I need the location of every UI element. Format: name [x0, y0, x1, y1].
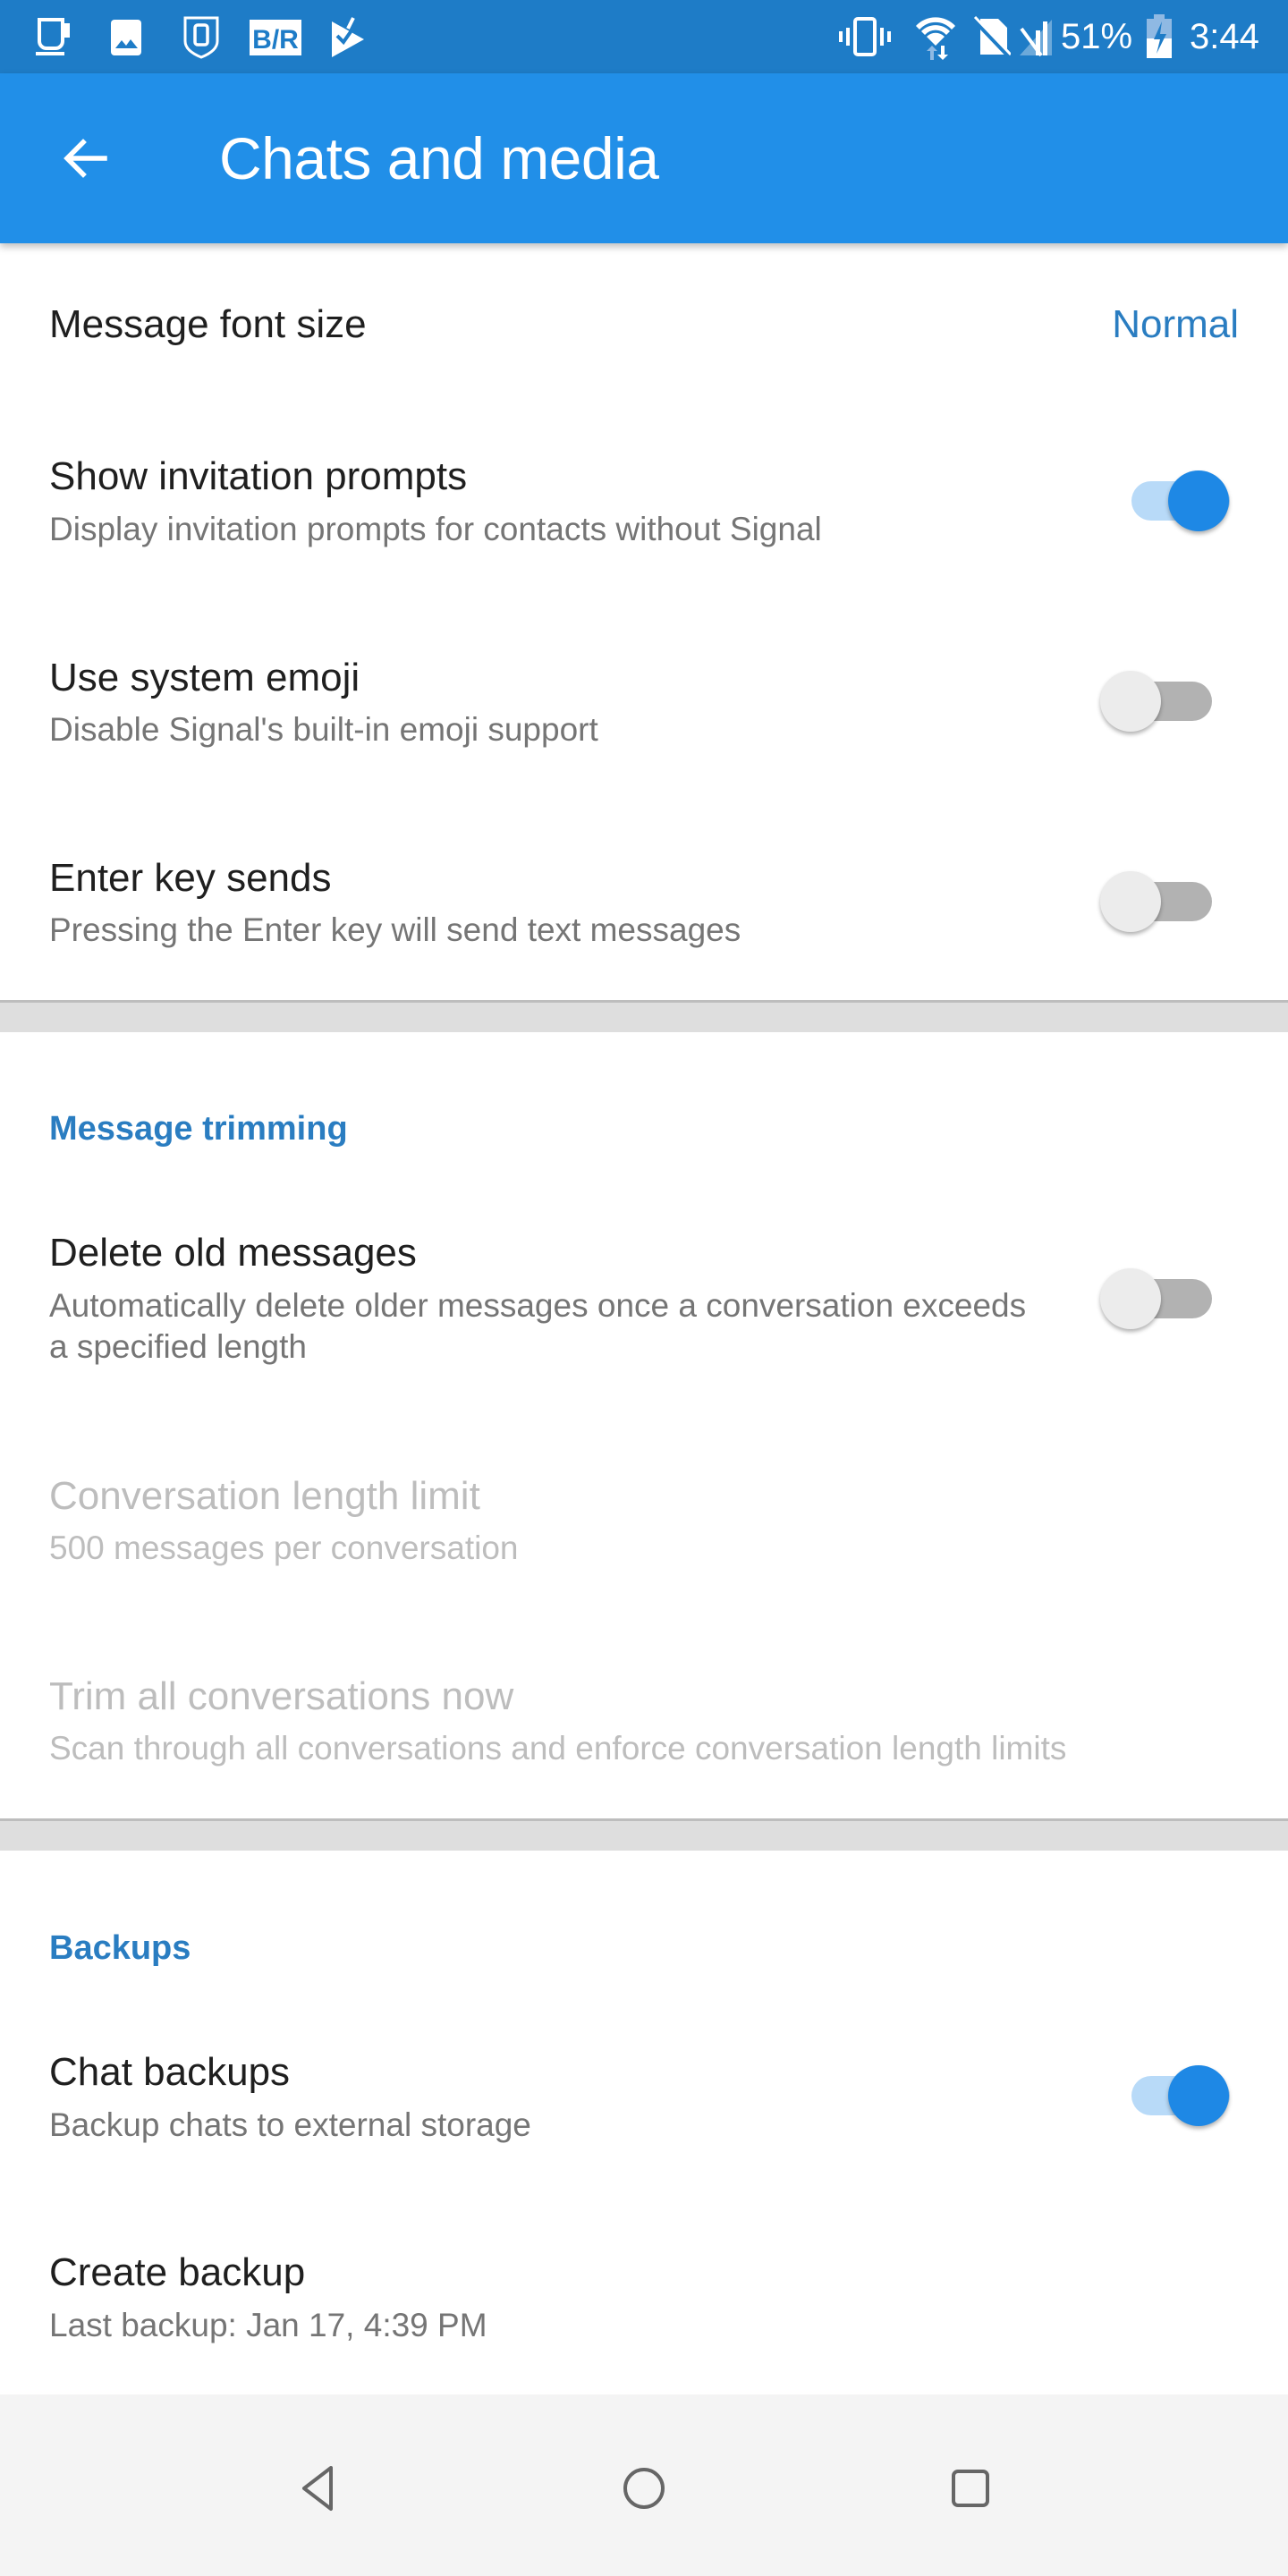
setting-subtitle: Disable Signal's built-in emoji support — [49, 711, 598, 748]
setting-title: Show invitation prompts — [49, 454, 468, 498]
setting-title: Message font size — [49, 302, 367, 346]
nav-recents-button[interactable] — [930, 2448, 1011, 2529]
setting-subtitle: Automatically delete older messages once… — [49, 1287, 1027, 1365]
back-button[interactable] — [45, 123, 125, 194]
navigation-bar — [0, 2394, 1288, 2576]
setting-title: Create backup — [49, 2250, 306, 2294]
font-size-value: Normal — [1112, 302, 1239, 346]
shield-phone-icon — [179, 14, 224, 59]
system-emoji-toggle[interactable] — [1091, 664, 1216, 735]
setting-subtitle: Pressing the Enter key will send text me… — [49, 911, 741, 948]
arrow-back-icon — [64, 139, 107, 178]
setting-title: Use system emoji — [49, 656, 360, 699]
gallery-image-icon — [107, 14, 148, 59]
section-divider — [0, 1818, 1288, 1851]
svg-text:B/R: B/R — [252, 25, 299, 55]
coffee-cup-icon — [32, 14, 77, 59]
setting-title: Enter key sends — [49, 856, 332, 900]
setting-message-font-size[interactable]: Message font size Normal — [0, 243, 1288, 404]
setting-show-invitation-prompts[interactable]: Show invitation prompts Display invitati… — [0, 404, 1288, 605]
setting-conversation-length-limit[interactable]: Conversation length limit 500 messages p… — [0, 1431, 1288, 1631]
toggle-thumb — [1100, 671, 1161, 732]
wifi-data-icon — [912, 14, 959, 60]
setting-create-backup[interactable]: Create backup Last backup: Jan 17, 4:39 … — [0, 2209, 1288, 2394]
setting-title: Delete old messages — [49, 1231, 417, 1275]
setting-subtitle: Display invitation prompts for contacts … — [49, 511, 822, 547]
delete-old-messages-toggle[interactable] — [1091, 1261, 1216, 1333]
clock: 3:44 — [1190, 17, 1259, 56]
setting-title: Chat backups — [49, 2050, 291, 2094]
toggle-thumb — [1100, 871, 1161, 932]
setting-title: Conversation length limit — [49, 1474, 480, 1518]
vibrate-icon — [839, 14, 893, 59]
nav-back-icon — [302, 2466, 333, 2511]
setting-subtitle: 500 messages per conversation — [49, 1530, 519, 1566]
setting-chat-backups[interactable]: Chat backups Backup chats to external st… — [0, 2009, 1288, 2209]
setting-subtitle: Last backup: Jan 17, 4:39 PM — [49, 2307, 487, 2343]
toggle-thumb — [1168, 470, 1229, 531]
setting-subtitle: Backup chats to external storage — [49, 2106, 531, 2143]
check-ticket-icon — [329, 14, 370, 59]
page-title: Chats and media — [219, 125, 659, 191]
setting-delete-old-messages[interactable]: Delete old messages Automatically delete… — [0, 1190, 1288, 1413]
no-sim-icon — [970, 14, 1012, 59]
toggle-thumb — [1100, 1268, 1161, 1329]
invitation-prompts-toggle[interactable] — [1109, 463, 1234, 535]
enter-key-sends-toggle[interactable] — [1091, 864, 1216, 936]
status-bar: B/R 51% 3:44 — [0, 0, 1288, 73]
br-app-icon: B/R — [249, 14, 302, 59]
battery-percent: 51% — [1061, 17, 1133, 56]
nav-recents-icon — [952, 2470, 989, 2507]
toggle-thumb — [1168, 2065, 1229, 2126]
no-signal-icon — [1015, 14, 1056, 59]
chat-backups-toggle[interactable] — [1109, 2058, 1234, 2130]
setting-use-system-emoji[interactable]: Use system emoji Disable Signal's built-… — [0, 605, 1288, 805]
setting-trim-all-conversations[interactable]: Trim all conversations now Scan through … — [0, 1631, 1288, 1818]
setting-title: Trim all conversations now — [49, 1674, 514, 1718]
battery-charging-icon — [1143, 14, 1175, 59]
setting-enter-key-sends[interactable]: Enter key sends Pressing the Enter key w… — [0, 805, 1288, 1000]
nav-back-button[interactable] — [277, 2448, 358, 2529]
section-header-message-trimming: Message trimming — [49, 1110, 348, 1148]
app-bar: Chats and media — [0, 73, 1288, 243]
nav-home-icon — [623, 2468, 665, 2509]
nav-home-button[interactable] — [604, 2448, 684, 2529]
setting-subtitle: Scan through all conversations and enfor… — [49, 1730, 1067, 1767]
section-header-backups: Backups — [49, 1929, 191, 1967]
section-divider — [0, 1000, 1288, 1032]
